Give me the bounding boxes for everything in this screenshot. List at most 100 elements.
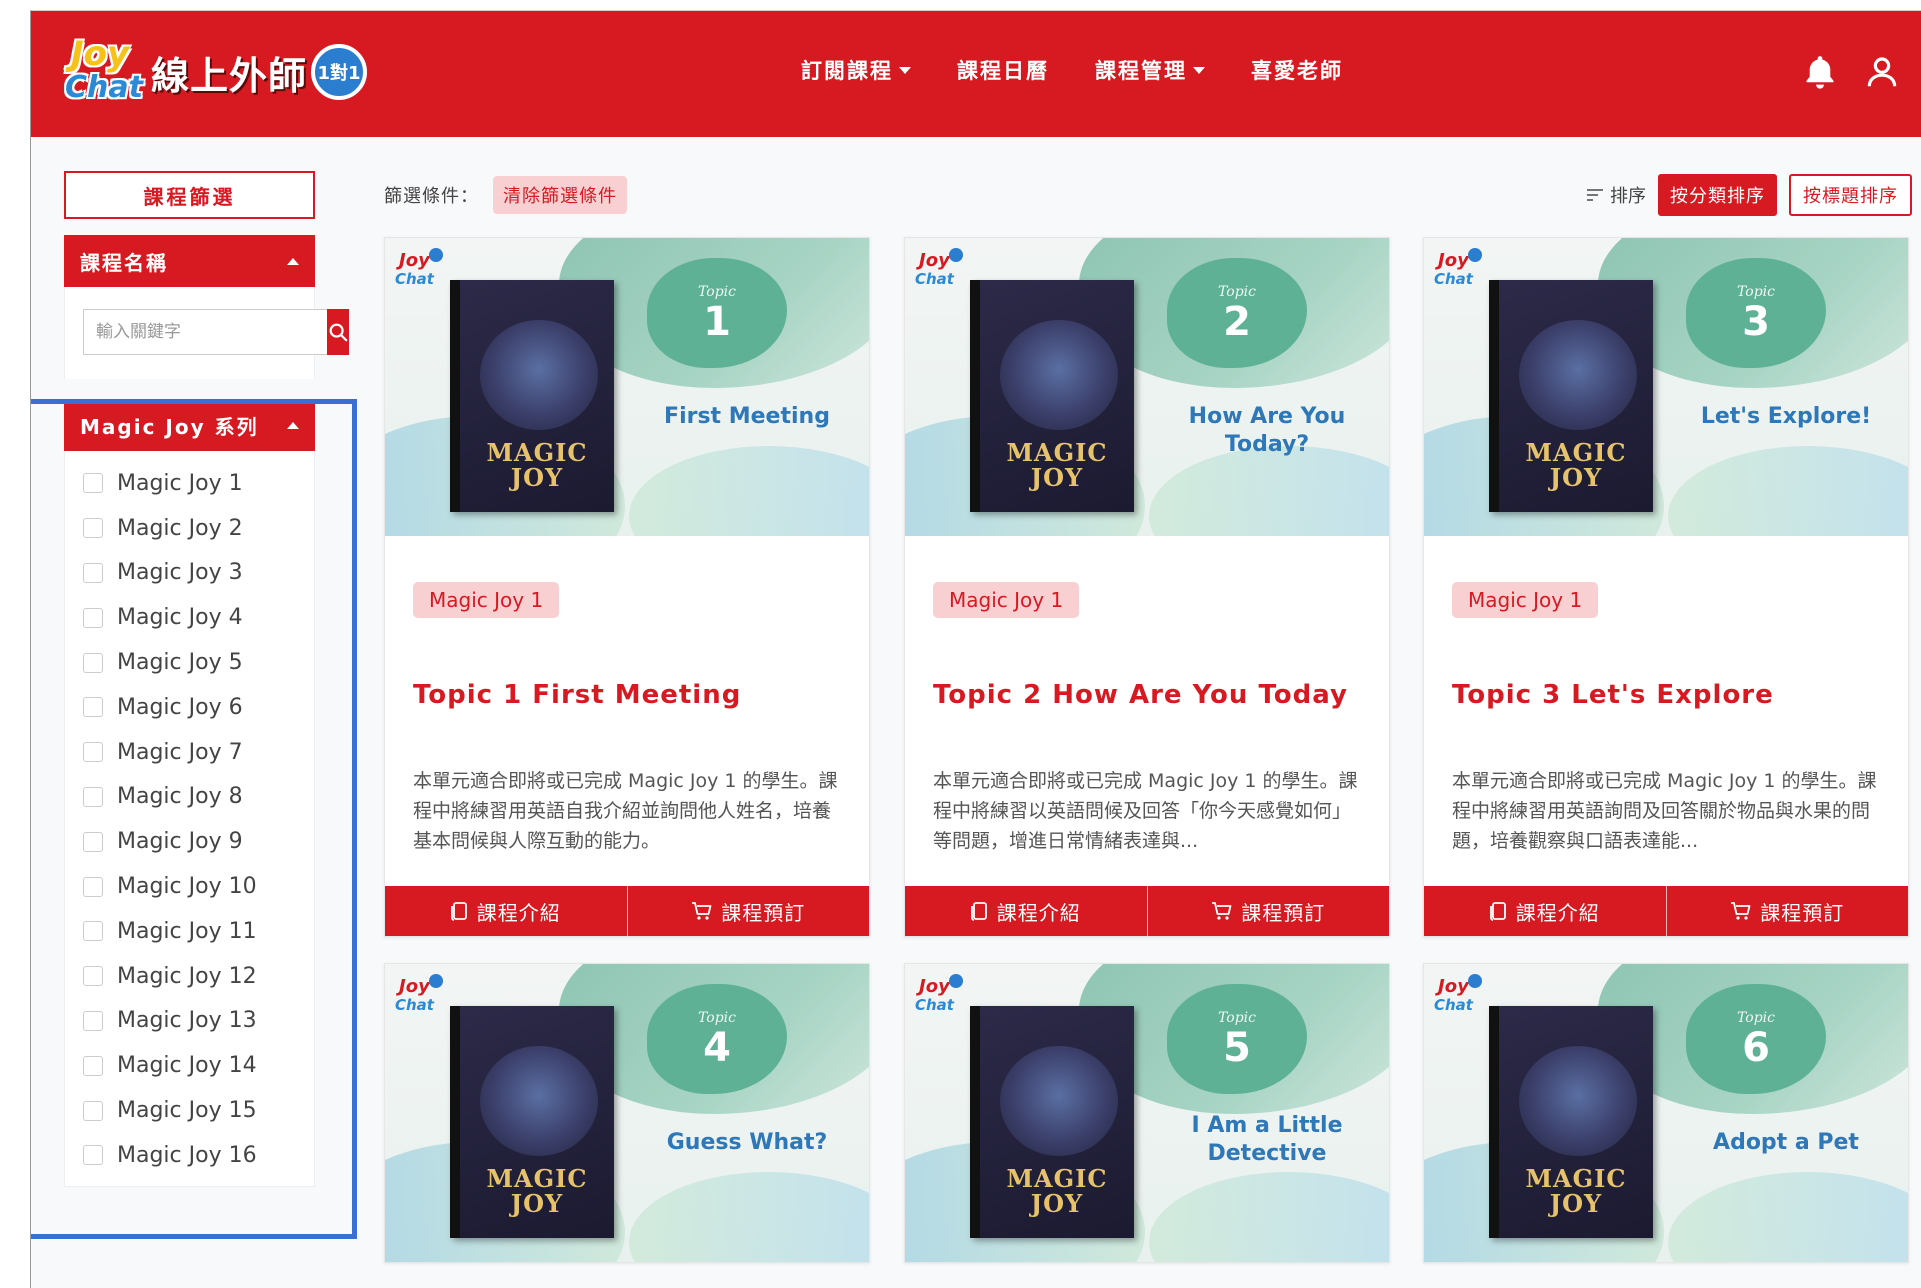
topic-word: Topic xyxy=(698,1010,736,1026)
logo-badge: 1對1 xyxy=(311,44,368,100)
clear-filters-button[interactable]: 清除篩選條件 xyxy=(493,176,627,214)
mini-logo-badge xyxy=(1468,974,1482,988)
course-cover-image[interactable]: Joy Chat MAGIC JOY Topic 6 Adopt a Pet xyxy=(1424,964,1908,1262)
checkbox[interactable] xyxy=(83,1055,103,1076)
sort-by-category-button[interactable]: 按分類排序 xyxy=(1658,174,1777,216)
course-title[interactable]: Topic 2 How Are You Today xyxy=(933,680,1348,710)
series-option[interactable]: Magic Joy 1 xyxy=(65,461,314,506)
button-label: 課程預訂 xyxy=(721,900,806,925)
nav-course-management[interactable]: 課程管理 xyxy=(1095,55,1205,85)
keyword-search-panel xyxy=(64,287,349,379)
joy-chat-mini-logo: Joy Chat xyxy=(393,248,445,298)
course-book-button[interactable]: 課程預訂 xyxy=(626,886,869,936)
keyword-search-input[interactable] xyxy=(83,309,327,355)
series-option[interactable]: Magic Joy 2 xyxy=(65,506,314,551)
mini-logo-chat: Chat xyxy=(915,270,954,288)
main-nav: 訂閱課程 課程日曆 課程管理 喜愛老師 xyxy=(801,55,1343,85)
course-card[interactable]: Joy Chat MAGIC JOY Topic 4 Guess What? xyxy=(384,963,870,1263)
series-panel-header[interactable]: Magic Joy 系列 xyxy=(64,399,315,451)
topic-number: 2 xyxy=(1223,299,1251,345)
series-option[interactable]: Magic Joy 3 xyxy=(65,551,314,596)
course-name-panel-header[interactable]: 課程名稱 xyxy=(64,235,315,287)
mini-logo-chat: Chat xyxy=(1434,996,1473,1014)
series-option[interactable]: Magic Joy 11 xyxy=(65,909,314,954)
option-label: Magic Joy 5 xyxy=(117,650,243,676)
series-option[interactable]: Magic Joy 8 xyxy=(65,775,314,820)
series-option[interactable]: Magic Joy 7 xyxy=(65,730,314,775)
nav-subscribe-courses[interactable]: 訂閱課程 xyxy=(801,55,911,85)
checkbox[interactable] xyxy=(83,607,103,628)
series-option[interactable]: Magic Joy 13 xyxy=(65,999,314,1044)
bell-icon[interactable] xyxy=(1801,53,1839,91)
course-intro-button[interactable]: 課程介紹 xyxy=(905,886,1147,936)
checkbox[interactable] xyxy=(83,518,103,539)
checkbox[interactable] xyxy=(83,831,103,852)
course-description: 本單元適合即將或已完成 Magic Joy 1 的學生。課程中將練習以英語問候及… xyxy=(933,770,1358,852)
joy-chat-mini-logo: Joy Chat xyxy=(393,974,445,1024)
course-card[interactable]: Joy Chat MAGIC JOY Topic 1 First Meeting xyxy=(384,237,870,937)
document-icon xyxy=(1489,902,1506,921)
sort-by-title-button[interactable]: 按標題排序 xyxy=(1789,174,1912,216)
filter-toolbar: 篩選條件： 清除篩選條件 排序 按分類排序 按標題排序 xyxy=(384,171,1912,219)
user-icon[interactable] xyxy=(1863,53,1901,91)
top-nav-bar: Joy Chat 線上外師 1對1 訂閱課程 課程日曆 課程管理 喜愛老師 xyxy=(31,11,1921,137)
chevron-down-icon xyxy=(899,66,911,74)
course-cover-image[interactable]: Joy Chat MAGIC JOY Topic 1 First Meeting xyxy=(385,238,869,536)
checkbox[interactable] xyxy=(83,697,103,718)
course-cover-image[interactable]: Joy Chat MAGIC JOY Topic 3 Let's Explore… xyxy=(1424,238,1908,536)
course-book-button[interactable]: 課程預訂 xyxy=(1665,886,1908,936)
series-option[interactable]: Magic Joy 16 xyxy=(65,1133,314,1178)
mini-logo-joy: Joy xyxy=(399,976,430,997)
checkbox[interactable] xyxy=(83,562,103,583)
course-card[interactable]: Joy Chat MAGIC JOY Topic 5 I Am a Little… xyxy=(904,963,1390,1263)
site-logo[interactable]: Joy Chat 線上外師 1對1 xyxy=(61,31,368,113)
course-title[interactable]: Topic 3 Let's Explore xyxy=(1452,680,1774,710)
course-card[interactable]: Joy Chat MAGIC JOY Topic 2 How Are You T… xyxy=(904,237,1390,937)
course-cover-image[interactable]: Joy Chat MAGIC JOY Topic 5 I Am a Little… xyxy=(905,964,1389,1262)
course-cover-image[interactable]: Joy Chat MAGIC JOY Topic 4 Guess What? xyxy=(385,964,869,1262)
checkbox[interactable] xyxy=(83,966,103,987)
checkbox[interactable] xyxy=(83,652,103,673)
search-button[interactable] xyxy=(327,309,349,355)
nav-label: 課程管理 xyxy=(1095,59,1187,83)
course-card-body: Magic Joy 1 Topic 2 How Are You Today 本單… xyxy=(905,536,1389,886)
series-option[interactable]: Magic Joy 9 xyxy=(65,819,314,864)
course-intro-button[interactable]: 課程介紹 xyxy=(1424,886,1666,936)
cover-decoration xyxy=(1668,446,1908,536)
series-option[interactable]: Magic Joy 6 xyxy=(65,685,314,730)
cover-decoration xyxy=(1668,1172,1908,1262)
checkbox[interactable] xyxy=(83,1145,103,1166)
series-option[interactable]: Magic Joy 5 xyxy=(65,640,314,685)
mini-logo-chat: Chat xyxy=(395,996,434,1014)
checkbox[interactable] xyxy=(83,473,103,494)
joy-chat-mini-logo: Joy Chat xyxy=(1432,974,1484,1024)
book-title-line: MAGIC xyxy=(1006,438,1108,467)
checkbox[interactable] xyxy=(83,921,103,942)
logo-chat-text: Chat xyxy=(65,70,143,105)
course-card-body: Magic Joy 1 Topic 3 Let's Explore 本單元適合即… xyxy=(1424,536,1908,886)
series-option[interactable]: Magic Joy 4 xyxy=(65,595,314,640)
topic-number: 3 xyxy=(1742,299,1770,345)
series-option[interactable]: Magic Joy 12 xyxy=(65,954,314,999)
book-title-line: MAGIC xyxy=(486,1164,588,1193)
option-label: Magic Joy 13 xyxy=(117,1008,257,1034)
checkbox[interactable] xyxy=(83,1100,103,1121)
course-card[interactable]: Joy Chat MAGIC JOY Topic 6 Adopt a Pet xyxy=(1423,963,1909,1263)
topic-number: 4 xyxy=(703,1025,731,1071)
course-cover-image[interactable]: Joy Chat MAGIC JOY Topic 2 How Are You T… xyxy=(905,238,1389,536)
checkbox[interactable] xyxy=(83,876,103,897)
course-title[interactable]: Topic 1 First Meeting xyxy=(413,680,741,710)
nav-favorite-teachers[interactable]: 喜愛老師 xyxy=(1251,55,1343,85)
course-intro-button[interactable]: 課程介紹 xyxy=(385,886,627,936)
checkbox[interactable] xyxy=(83,1010,103,1031)
nav-course-calendar[interactable]: 課程日曆 xyxy=(957,55,1049,85)
series-option[interactable]: Magic Joy 14 xyxy=(65,1043,314,1088)
course-book-button[interactable]: 課程預訂 xyxy=(1146,886,1389,936)
topic-word: Topic xyxy=(698,284,736,300)
series-option[interactable]: Magic Joy 10 xyxy=(65,864,314,909)
checkbox[interactable] xyxy=(83,742,103,763)
course-card[interactable]: Joy Chat MAGIC JOY Topic 3 Let's Explore… xyxy=(1423,237,1909,937)
cover-decoration xyxy=(1149,446,1389,536)
series-option[interactable]: Magic Joy 15 xyxy=(65,1088,314,1133)
checkbox[interactable] xyxy=(83,786,103,807)
